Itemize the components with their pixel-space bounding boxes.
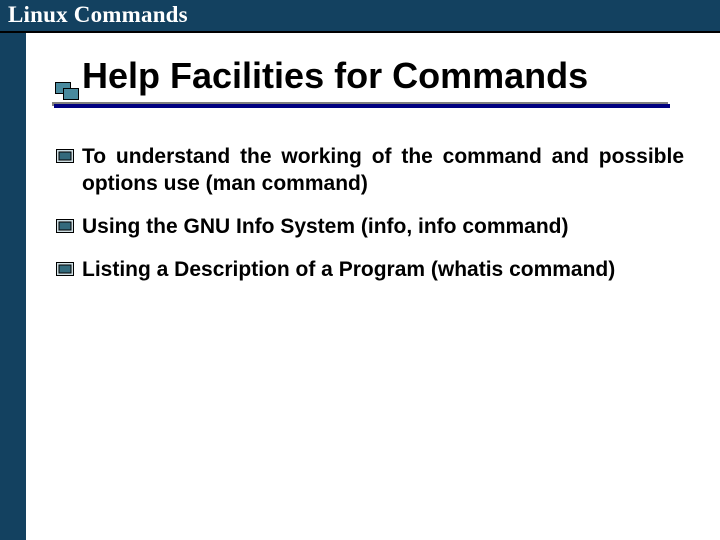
slide-title: Help Facilities for Commands <box>82 56 688 96</box>
header-label: Linux Commands <box>8 2 188 28</box>
header-band: Linux Commands <box>0 0 720 33</box>
bullet-list: To understand the working of the command… <box>56 144 684 300</box>
squares-decor-icon <box>55 82 80 102</box>
title-block: Help Facilities for Commands <box>52 56 688 108</box>
list-item-text: Listing a Description of a Program (what… <box>82 257 684 284</box>
list-item-text: Using the GNU Info System (info, info co… <box>82 214 684 241</box>
bullet-icon <box>56 219 76 235</box>
list-item: Listing a Description of a Program (what… <box>56 257 684 284</box>
list-item-text: To understand the working of the command… <box>82 144 684 198</box>
left-sidebar-bar <box>0 33 26 540</box>
bullet-icon <box>56 262 76 278</box>
list-item: Using the GNU Info System (info, info co… <box>56 214 684 241</box>
title-underline <box>54 104 670 108</box>
list-item: To understand the working of the command… <box>56 144 684 198</box>
bullet-icon <box>56 149 76 165</box>
slide: Linux Commands Help Facilities for Comma… <box>0 0 720 540</box>
